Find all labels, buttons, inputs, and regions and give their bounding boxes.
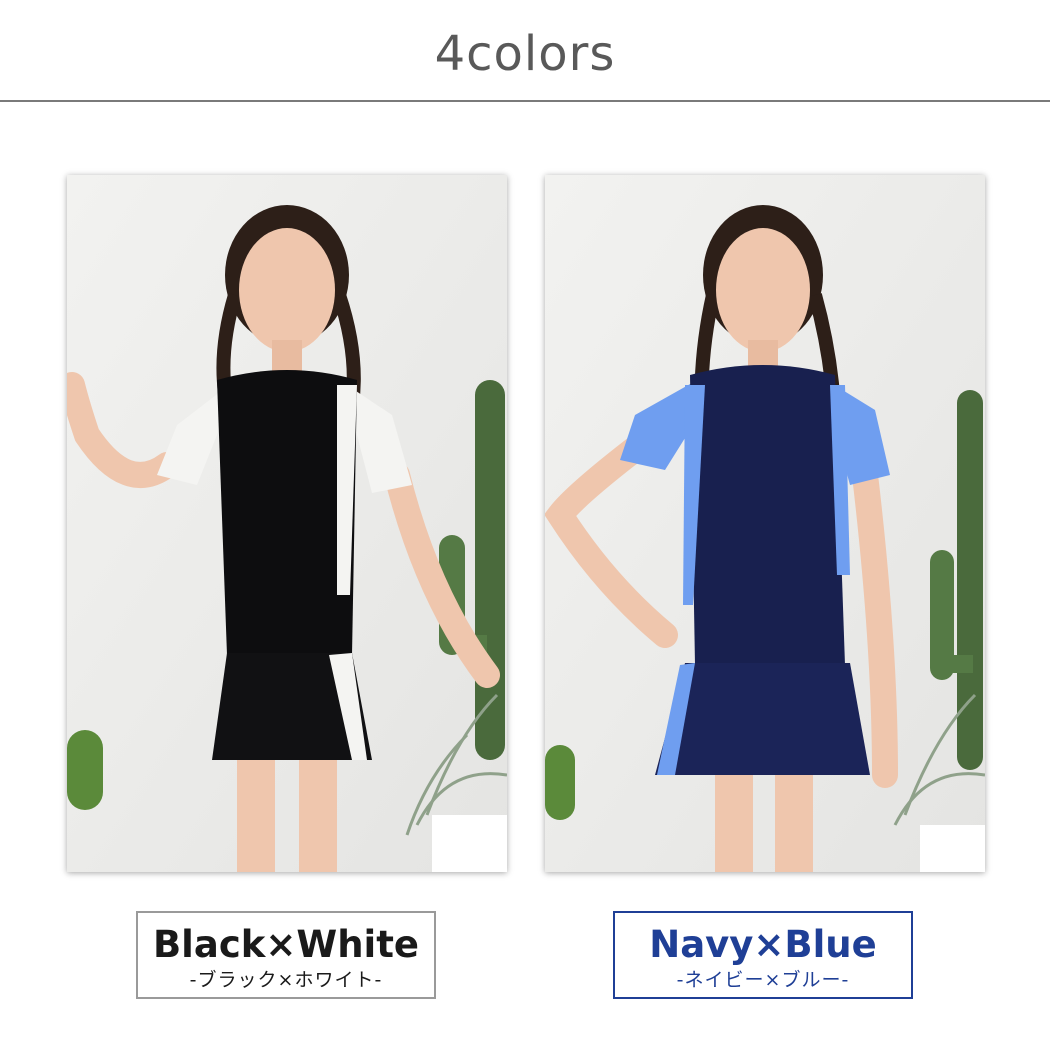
page-title: 4colors — [434, 26, 616, 82]
product-photo-navy-blue — [545, 175, 985, 872]
variant-label-black-white: Black×White -ブラック×ホワイト- — [136, 911, 436, 999]
variant-name-jp: -ブラック×ホワイト- — [189, 969, 383, 991]
variant-name-jp: -ネイビー×ブルー- — [676, 969, 850, 991]
product-photo-black-white — [67, 175, 507, 872]
photo-black-white-illustration — [67, 175, 507, 872]
variant-label-navy-blue: Navy×Blue -ネイビー×ブルー- — [613, 911, 913, 999]
variant-name: Navy×Blue — [649, 923, 877, 966]
title-divider — [0, 100, 1050, 102]
photo-navy-blue-illustration — [545, 175, 985, 872]
variant-name: Black×White — [152, 923, 419, 966]
